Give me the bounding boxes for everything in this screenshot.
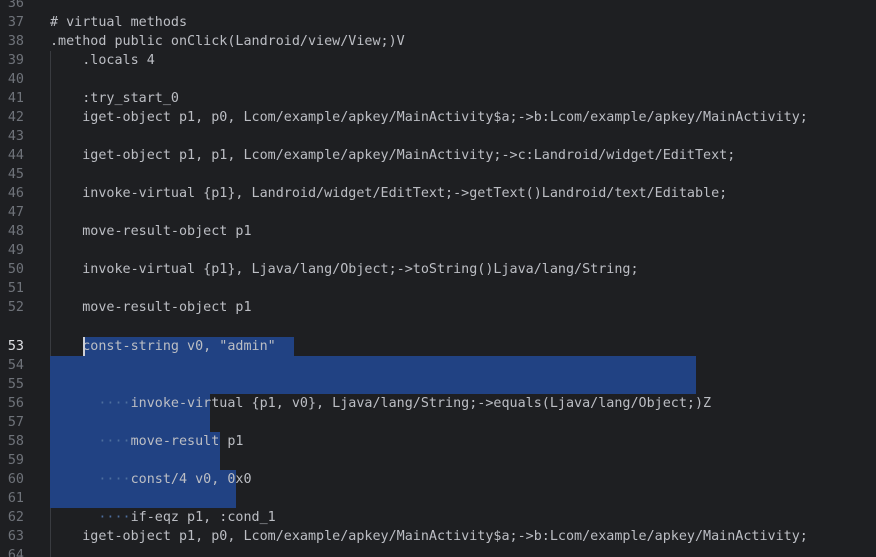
whitespace-dots: ···· (98, 434, 131, 449)
code-line: .locals 4 (50, 53, 155, 68)
code-text: if-eqz p1, :cond_1 (130, 510, 276, 525)
code-line-selected: ····invoke-virtual {p1, v0}, Ljava/lang/… (50, 375, 711, 411)
code-editor[interactable]: 36 37 38 39 40 41 42 43 44 45 46 47 48 4… (0, 0, 876, 557)
code-line: invoke-virtual {p1}, Ljava/lang/Object;-… (50, 262, 639, 277)
code-line-selected: ····move-result p1 (50, 413, 243, 449)
code-area[interactable]: # virtual methods .method public onClick… (0, 0, 876, 557)
code-text: invoke-virtual {p1, v0}, Ljava/lang/Stri… (130, 396, 712, 411)
code-line: iget-object p1, p1, Lcom/example/apkey/M… (50, 148, 736, 163)
vertical-scrollbar[interactable] (868, 0, 876, 557)
code-text: const/4 v0, 0x0 (130, 472, 252, 487)
code-line: # virtual methods (50, 15, 188, 30)
whitespace-dots: ···· (98, 396, 131, 411)
code-line: :try_start_0 (50, 91, 179, 106)
code-line: iget-object p1, p0, Lcom/example/apkey/M… (50, 529, 808, 544)
code-line: iget-object p1, p0, Lcom/example/apkey/M… (50, 110, 808, 125)
code-line: .method public onClick(Landroid/view/Vie… (50, 34, 405, 49)
code-line: invoke-virtual {p1}, Landroid/widget/Edi… (50, 186, 728, 201)
code-line-selected: ····if-eqz p1, :cond_1 (50, 489, 275, 525)
code-line-selected: ····const/4 v0, 0x0 (50, 451, 251, 487)
whitespace-dots: ···· (98, 510, 131, 525)
text-caret (83, 337, 85, 356)
code-text: move-result p1 (130, 434, 244, 449)
code-line: move-result-object p1 (50, 300, 252, 315)
code-line: move-result-object p1 (50, 224, 252, 239)
whitespace-dots: ···· (98, 472, 131, 487)
